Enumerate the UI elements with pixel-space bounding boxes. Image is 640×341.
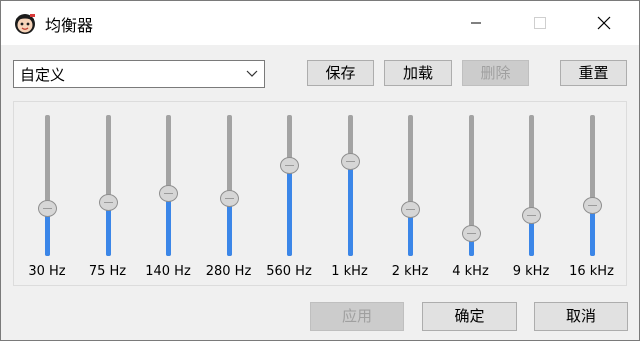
slider-thumb[interactable] [340,153,360,171]
preset-dropdown[interactable]: 自定义 [13,60,265,88]
band-frequency-label: 75 Hz [88,264,127,279]
slider-thumb[interactable] [522,206,541,224]
slider-fill [226,198,232,256]
title-bar[interactable]: 均衡器 [1,1,639,45]
slider-thumb[interactable] [98,193,118,211]
cancel-button[interactable]: 取消 [534,302,628,331]
maximize-button[interactable] [517,1,563,45]
chevron-down-icon [246,70,258,77]
reset-button[interactable]: 重置 [560,60,627,86]
ok-button[interactable]: 确定 [422,302,517,331]
band-frequency-label: 16 kHz [569,264,614,279]
equalizer-window: 均衡器 自定义 保存 加载 删除 重置 30 Hz 75 Hz 140 Hz 280 … [0,0,640,341]
maximize-icon [534,17,546,29]
eq-band-slider[interactable]: 9 kHz [501,102,561,287]
apply-button[interactable]: 应用 [310,302,404,331]
eq-band-slider[interactable]: 560 Hz [259,102,319,287]
cartoon-face-icon [15,14,35,34]
window-title: 均衡器 [45,16,94,35]
preset-selected-value: 自定义 [20,66,66,84]
band-frequency-label: 4 kHz [452,264,489,279]
minimize-button[interactable] [453,1,499,45]
eq-band-slider[interactable]: 4 kHz [441,102,501,287]
eq-band-slider[interactable]: 280 Hz [199,102,259,287]
band-frequency-label: 9 kHz [512,264,550,279]
slider-fill [166,193,171,256]
eq-band-slider[interactable]: 140 Hz [138,102,198,287]
band-frequency-label: 140 Hz [145,264,191,279]
eq-band-slider[interactable]: 16 kHz [562,102,622,287]
close-icon [597,16,611,30]
slider-thumb[interactable] [401,200,420,218]
eq-band-slider[interactable]: 30 Hz [17,102,77,287]
slider-thumb[interactable] [582,196,602,214]
slider-thumb[interactable] [461,224,481,242]
band-frequency-label: 2 kHz [391,264,429,279]
slider-fill [287,165,292,256]
band-frequency-label: 280 Hz [205,264,252,279]
eq-band-slider[interactable]: 75 Hz [78,102,138,287]
slider-thumb[interactable] [219,189,239,207]
load-button[interactable]: 加载 [384,60,452,86]
eq-band-slider[interactable]: 2 kHz [380,102,440,287]
save-button[interactable]: 保存 [307,60,374,86]
close-button[interactable] [581,1,627,45]
slider-fill [347,161,353,256]
band-frequency-label: 1 kHz [331,264,368,279]
equalizer-panel: 30 Hz 75 Hz 140 Hz 280 Hz 560 Hz 1 kHz 2 kHz 4 … [13,101,627,286]
slider-thumb[interactable] [280,157,299,175]
delete-button[interactable]: 删除 [462,60,529,86]
slider-thumb[interactable] [38,199,57,217]
minimize-icon [471,22,481,24]
band-frequency-label: 30 Hz [28,264,66,279]
eq-band-slider[interactable]: 1 kHz [320,102,380,287]
slider-thumb[interactable] [159,185,178,203]
band-frequency-label: 560 Hz [266,264,312,279]
